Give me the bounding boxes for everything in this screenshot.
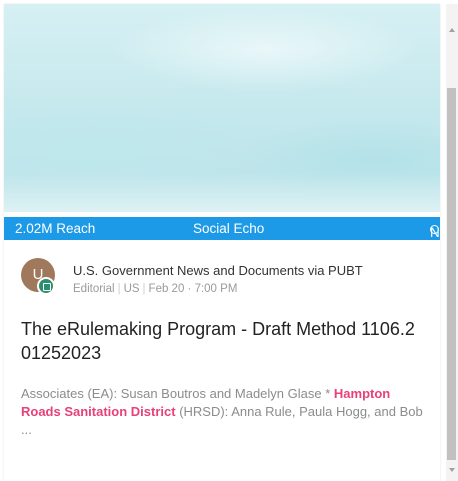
meta-datetime: Feb 20 · 7:00 PM — [148, 283, 238, 295]
meta-country: US — [123, 283, 140, 295]
neutral-ring-icon — [430, 225, 439, 234]
article-title[interactable]: The eRulemaking Program - Draft Method 1… — [21, 317, 431, 365]
document-icon — [37, 277, 55, 295]
meta-divider: | — [142, 283, 146, 295]
article-meta: Editorial | US | Feb 20 · 7:00 PM — [73, 283, 237, 295]
thumbnail-fade — [4, 172, 440, 212]
meta-divider: | — [117, 283, 121, 295]
article-snippet: Associates (EA): Susan Boutros and Madel… — [21, 385, 431, 439]
meta-type: Editorial — [73, 283, 115, 295]
scroll-down-arrow-icon[interactable] — [449, 468, 455, 472]
social-echo-link[interactable]: Social Echo — [193, 221, 264, 236]
snippet-before: Associates (EA): Susan Boutros and Madel… — [21, 386, 334, 401]
reach-stat: 2.02M Reach — [15, 221, 96, 236]
scroll-up-arrow-icon[interactable] — [449, 28, 455, 32]
article-thumbnail[interactable] — [4, 4, 440, 212]
source-name[interactable]: U.S. Government News and Documents via P… — [73, 263, 438, 278]
vertical-scrollbar[interactable] — [446, 4, 458, 481]
stats-bar: 2.02M Reach Social Echo Neutral — [4, 217, 440, 240]
scrollbar-thumb[interactable] — [447, 88, 456, 460]
